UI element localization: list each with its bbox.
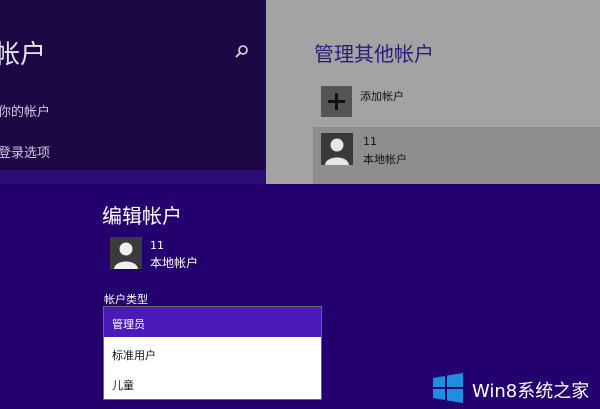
manage-accounts-pane: 管理其他帐户 添加帐户 11 本地帐户 xyxy=(266,0,600,184)
search-icon[interactable] xyxy=(234,44,250,60)
user-avatar-icon xyxy=(110,237,142,269)
account-name: 11 xyxy=(363,135,377,148)
option-administrator[interactable]: 管理员 xyxy=(104,307,321,337)
account-type: 本地帐户 xyxy=(363,153,407,166)
sidebar-item-other-accounts[interactable] xyxy=(0,170,266,184)
option-child[interactable]: 儿童 xyxy=(104,368,321,398)
user-avatar-icon xyxy=(321,133,353,165)
account-list-item[interactable]: 11 本地帐户 xyxy=(313,127,600,184)
option-standard-user[interactable]: 标准用户 xyxy=(104,338,321,368)
edit-account-dialog: 编辑帐户 11 本地帐户 帐户类型 管理员 标准用户 儿童 xyxy=(0,184,600,409)
add-account-label[interactable]: 添加帐户 xyxy=(360,88,404,104)
settings-sidebar: 帐户 你的帐户 登录选项 xyxy=(0,0,266,184)
sidebar-title: 帐户 xyxy=(0,40,47,70)
sidebar-item-sign-in-options[interactable]: 登录选项 xyxy=(0,142,50,161)
dialog-title: 编辑帐户 xyxy=(102,204,182,228)
sidebar-item-your-account[interactable]: 你的帐户 xyxy=(0,101,50,120)
account-name: 11 xyxy=(150,239,164,252)
watermark-text: Win8系统之家 xyxy=(472,381,590,402)
account-type-label: 帐户类型 xyxy=(104,293,148,306)
account-type: 本地帐户 xyxy=(150,256,199,270)
account-type-dropdown[interactable]: 管理员 标准用户 儿童 xyxy=(103,306,322,400)
add-account-button[interactable] xyxy=(321,86,352,117)
page-title: 管理其他帐户 xyxy=(314,42,434,66)
windows-logo-icon xyxy=(433,373,463,403)
